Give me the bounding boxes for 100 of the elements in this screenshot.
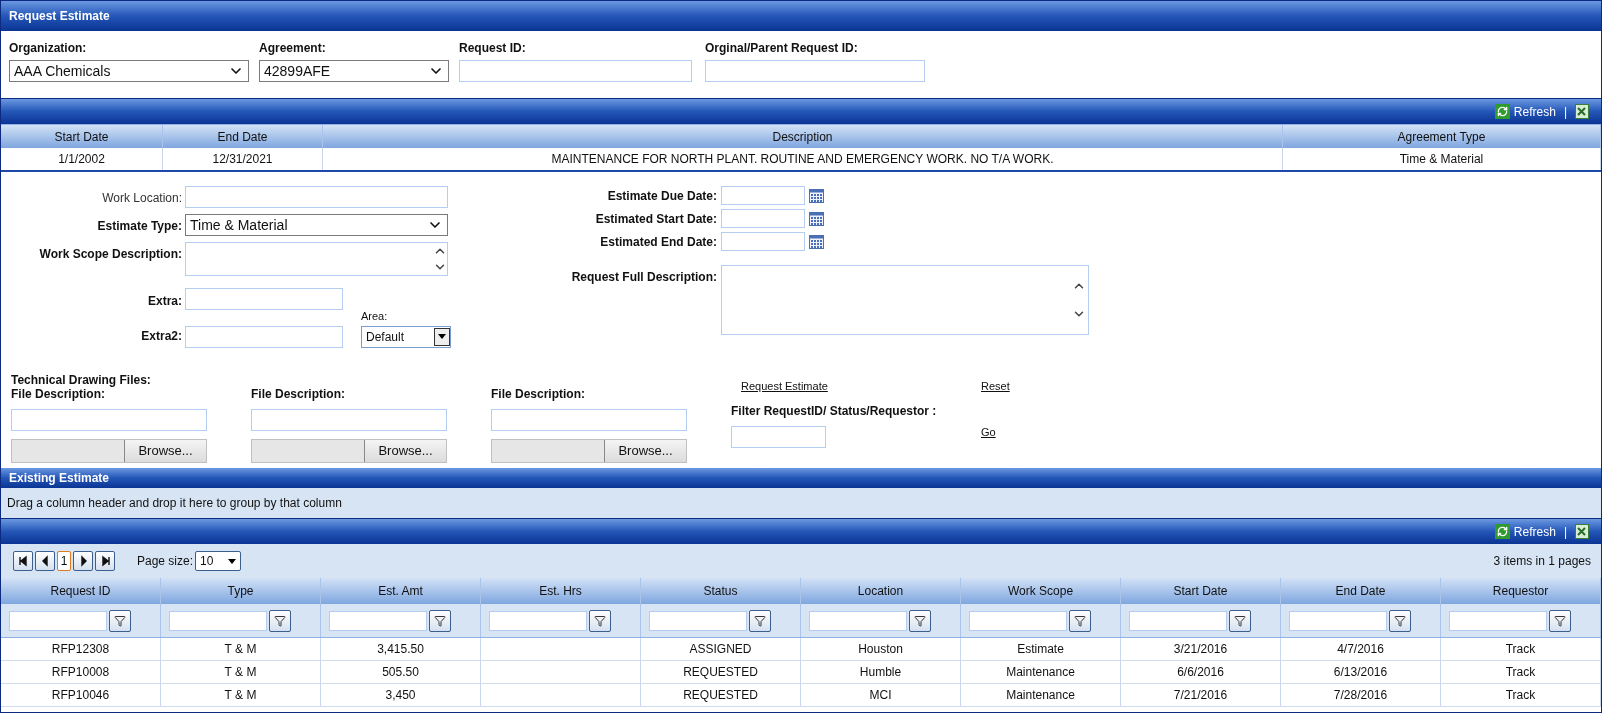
request-estimate-link[interactable]: Request Estimate	[741, 378, 981, 395]
column-filter-field[interactable]	[489, 610, 587, 631]
date-field[interactable]	[721, 232, 805, 251]
refresh-button[interactable]: Refresh	[1494, 522, 1556, 541]
text-field[interactable]	[459, 60, 692, 82]
field-label: Request Full Description:	[571, 269, 717, 286]
dropdown-field[interactable]: Time & Material	[185, 214, 448, 236]
filter-button[interactable]	[589, 609, 611, 632]
table-cell: 7/28/2016	[1281, 684, 1441, 706]
reset-link[interactable]: Reset	[981, 378, 1010, 395]
dropdown-field[interactable]: 42899AFE	[259, 60, 449, 82]
group-hint: Drag a column header and drop it here to group by that column	[7, 495, 342, 512]
filter-button[interactable]	[269, 609, 291, 632]
browse-button[interactable]: Browse...	[124, 440, 206, 462]
filter-button[interactable]	[1549, 609, 1571, 632]
table-cell: RFP10046	[1, 684, 161, 706]
table-cell: Track	[1441, 661, 1601, 683]
filter-label: Filter RequestID/ Status/Requestor :	[731, 402, 938, 420]
filter-icon	[1394, 614, 1406, 627]
textarea-field[interactable]	[185, 242, 448, 276]
area-dropdown[interactable]: Default	[361, 325, 451, 348]
refresh-button[interactable]: Refresh	[1494, 102, 1556, 121]
table-cell: 12/31/2021	[163, 148, 323, 170]
filter-button[interactable]	[1069, 609, 1091, 632]
text-field[interactable]	[705, 60, 925, 82]
browse-button[interactable]: Browse...	[604, 440, 686, 462]
spreadsheet-export-icon[interactable]	[1575, 524, 1589, 539]
filter-icon	[914, 614, 926, 627]
page-size-label: Page size:	[137, 553, 194, 570]
filter-icon	[1554, 614, 1566, 627]
column-filter-field[interactable]	[1129, 610, 1227, 631]
file-picker[interactable]: Browse...	[251, 439, 447, 463]
text-field[interactable]	[185, 325, 343, 348]
filter-icon	[754, 614, 766, 627]
file-description-field[interactable]	[11, 409, 207, 431]
refresh-icon	[1494, 104, 1510, 119]
table-cell: T & M	[161, 638, 321, 660]
dropdown-field[interactable]: AAA Chemicals	[9, 60, 249, 82]
column-header[interactable]: Agreement Type	[1283, 125, 1601, 148]
table-cell: MCI	[801, 684, 961, 706]
column-filter-field[interactable]	[969, 610, 1067, 631]
window-title: Request Estimate	[9, 8, 110, 25]
filter-button[interactable]	[429, 609, 451, 632]
field-label: Agreement:	[259, 40, 327, 57]
spreadsheet-export-icon[interactable]	[1575, 104, 1589, 119]
file-picker[interactable]: Browse...	[11, 439, 207, 463]
file-description-field[interactable]	[251, 409, 447, 431]
text-field[interactable]	[185, 288, 343, 310]
column-filter-field[interactable]	[1449, 610, 1547, 631]
column-header[interactable]: End Date	[163, 125, 323, 148]
filter-button[interactable]	[749, 609, 771, 632]
next-page-button[interactable]	[73, 551, 93, 571]
table-cell: 7/21/2016	[1121, 684, 1281, 706]
table-cell: 505.50	[321, 661, 481, 683]
calendar-icon[interactable]	[809, 234, 824, 249]
column-header[interactable]: Start Date	[1, 125, 163, 148]
field-label: Estimated Start Date:	[594, 210, 717, 228]
date-field[interactable]	[721, 186, 805, 205]
go-link[interactable]: Go	[981, 423, 996, 440]
field-label: Work Location:	[101, 190, 182, 207]
field-label: File Description:	[491, 387, 586, 401]
column-header[interactable]: Description	[323, 125, 1283, 148]
refresh-icon	[1494, 524, 1510, 539]
calendar-icon[interactable]	[809, 211, 824, 226]
date-field[interactable]	[721, 209, 805, 228]
file-picker[interactable]: Browse...	[491, 439, 687, 463]
column-filter-field[interactable]	[649, 610, 747, 631]
textarea-field[interactable]	[721, 265, 1089, 335]
field-label: Estimated End Date:	[599, 233, 717, 251]
last-page-button[interactable]	[95, 551, 115, 571]
table-cell: RFP10008	[1, 661, 161, 683]
column-filter-field[interactable]	[9, 610, 107, 631]
toolbar-separator: |	[1563, 103, 1567, 121]
text-field[interactable]	[185, 186, 448, 208]
table-cell: Humble	[801, 661, 961, 683]
column-filter-field[interactable]	[329, 610, 427, 631]
browse-button[interactable]: Browse...	[364, 440, 446, 462]
table-cell: Track	[1441, 638, 1601, 660]
field-label: Work Scope Description:	[38, 246, 182, 263]
filter-button[interactable]	[109, 609, 131, 632]
filter-field[interactable]	[731, 425, 826, 448]
table-cell: RFP12308	[1, 638, 161, 660]
filter-button[interactable]	[909, 609, 931, 632]
filter-icon	[114, 614, 126, 627]
first-page-button[interactable]	[13, 551, 33, 571]
field-label: Request ID:	[459, 40, 527, 57]
table-cell: 3,415.50	[321, 638, 481, 660]
column-filter-field[interactable]	[169, 610, 267, 631]
filter-button[interactable]	[1389, 609, 1411, 632]
column-filter-field[interactable]	[809, 610, 907, 631]
file-description-field[interactable]	[491, 409, 687, 431]
filter-button[interactable]	[1229, 609, 1251, 632]
previous-page-button[interactable]	[35, 551, 55, 571]
page-number-button[interactable]: 1	[57, 551, 71, 571]
triangle-arrow-icon	[16, 554, 30, 568]
page-size-dropdown[interactable]: 10	[195, 551, 242, 571]
field-label: File Description:	[251, 387, 346, 401]
section-title: Existing Estimate	[9, 470, 110, 487]
column-filter-field[interactable]	[1289, 610, 1387, 631]
calendar-icon[interactable]	[809, 188, 824, 203]
